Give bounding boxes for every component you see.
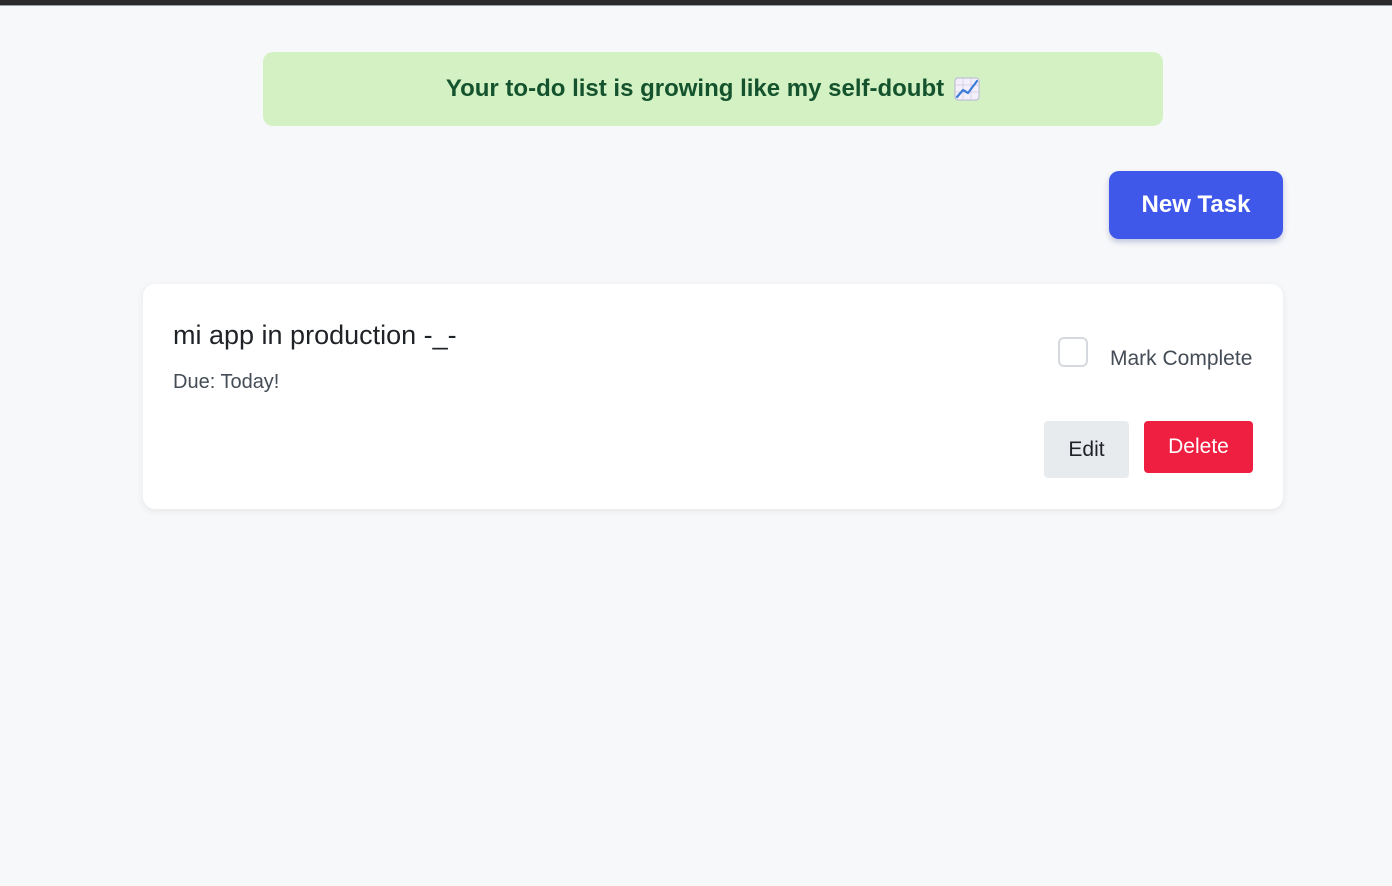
banner-text: Your to-do list is growing like my self-… (445, 75, 945, 102)
task-card: mi app in production -_- Due: Today! Mar… (143, 284, 1283, 509)
motivation-banner: Your to-do list is growing like my self-… (263, 52, 1163, 126)
edit-button[interactable]: Edit (1044, 421, 1129, 478)
mark-complete-checkbox[interactable] (1058, 337, 1088, 367)
chart-increasing-icon (954, 77, 980, 101)
mark-complete-label[interactable]: Mark Complete (1110, 347, 1252, 371)
browser-top-strip (0, 0, 1392, 6)
task-due-date: Due: Today! (173, 371, 280, 393)
new-task-button[interactable]: New Task (1109, 171, 1283, 239)
delete-button[interactable]: Delete (1144, 421, 1253, 473)
task-title: mi app in production -_- (173, 320, 457, 350)
